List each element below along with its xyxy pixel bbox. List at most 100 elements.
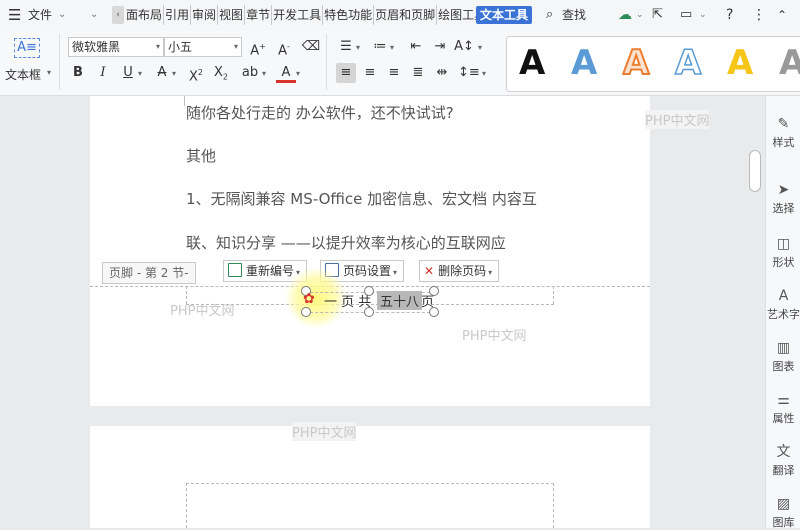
sidebar-item-styles[interactable]: ✎ 样式: [766, 116, 800, 150]
justify-icon[interactable]: ≣: [408, 63, 428, 83]
margin-mark: [175, 96, 185, 106]
page-settings-label: 页码设置: [343, 264, 392, 278]
comment-icon[interactable]: ▭: [680, 6, 692, 24]
tab-developer[interactable]: 开发工具: [272, 5, 324, 25]
sidebar-item-wordart[interactable]: A 艺术字: [766, 288, 800, 322]
chevron-down-icon[interactable]: ▾: [356, 43, 360, 52]
doc-line-3[interactable]: 1、无隔阂兼容 MS-Office 加密信息、宏文档 内容互: [186, 188, 537, 209]
sidebar-item-select[interactable]: ➤ 选择: [766, 182, 800, 216]
cloud-sync-icon[interactable]: ☁: [618, 6, 632, 24]
textbox-button-label[interactable]: 文本框: [5, 66, 41, 83]
font-size-select[interactable]: 小五 ▾: [164, 37, 242, 57]
doc-line-1[interactable]: 随你各处行走的 办公软件，还不快试试?: [186, 102, 454, 123]
sidebar-item-translate[interactable]: 文翻译: [766, 444, 800, 478]
tabs-scroll-left-icon[interactable]: ‹: [112, 6, 124, 24]
translate-icon: 文: [776, 444, 791, 460]
more-icon[interactable]: ⋮: [752, 6, 766, 24]
share-icon[interactable]: ⇱: [652, 6, 663, 24]
chevron-down-icon: ▾: [488, 268, 493, 277]
help-icon[interactable]: ?: [726, 6, 733, 24]
chevron-down-icon[interactable]: ▾: [138, 69, 142, 78]
clear-format-icon[interactable]: ⌫: [301, 37, 321, 57]
resize-handle[interactable]: [301, 307, 311, 317]
header-box-left: [186, 483, 187, 528]
text-style-blue[interactable]: A: [571, 43, 597, 83]
separator: [326, 34, 327, 90]
chevron-down-icon[interactable]: ▾: [172, 69, 176, 78]
textbox-icon[interactable]: A≡: [14, 38, 40, 58]
numbered-list-icon[interactable]: ≔: [370, 37, 390, 57]
gear-icon[interactable]: ✿: [303, 291, 315, 307]
text-style-gold[interactable]: A: [727, 43, 753, 83]
chevron-down-icon[interactable]: ⌄: [58, 6, 66, 24]
chevron-down-icon[interactable]: ▾: [47, 68, 51, 77]
watermark: PHP中文网: [645, 110, 710, 129]
footer-box-left: [186, 286, 187, 304]
bold-icon[interactable]: B: [68, 63, 88, 83]
text-style-black[interactable]: A: [519, 43, 545, 83]
font-color-icon[interactable]: A: [276, 63, 296, 83]
chevron-down-icon[interactable]: ▾: [482, 69, 486, 78]
chevron-down-icon[interactable]: ▾: [390, 43, 394, 52]
doc-line-4[interactable]: 联、知识分享 ——以提升效率为核心的互联网应: [186, 232, 506, 253]
distributed-align-icon[interactable]: ⇹: [432, 63, 452, 83]
chevron-down-icon[interactable]: ▾: [296, 69, 300, 78]
text-effect-icon[interactable]: ab: [240, 63, 260, 83]
superscript-icon[interactable]: X2: [186, 63, 206, 84]
sidebar-item-chart[interactable]: ▥ 图表: [766, 340, 800, 374]
align-left-icon[interactable]: ≡: [336, 63, 356, 83]
text-style-blue-outline[interactable]: A: [674, 42, 702, 84]
sort-icon[interactable]: A↕: [454, 37, 474, 57]
chevron-down-icon[interactable]: ▾: [478, 43, 482, 52]
increase-indent-icon[interactable]: ⇥: [430, 37, 450, 57]
tab-drawing-tools[interactable]: 绘图工具: [437, 5, 477, 25]
strikethrough-icon[interactable]: A: [152, 63, 172, 83]
tab-text-tools[interactable]: 文本工具: [476, 6, 533, 24]
hamburger-icon[interactable]: ☰: [8, 6, 21, 24]
decrease-indent-icon[interactable]: ⇤: [406, 37, 426, 57]
chevron-down-icon[interactable]: ⌄: [699, 6, 707, 24]
underline-icon[interactable]: U: [118, 63, 138, 83]
renumber-label: 重新编号: [246, 264, 295, 278]
header-box-right: [553, 483, 554, 528]
font-name-select[interactable]: 微软雅黑 ▾: [68, 37, 164, 57]
align-right-icon[interactable]: ≡: [384, 63, 404, 83]
text-style-orange-outline[interactable]: A: [622, 42, 650, 84]
brush-icon: ✎: [777, 116, 790, 132]
tab-references[interactable]: 引用: [164, 5, 192, 25]
file-menu[interactable]: 文件: [28, 6, 52, 24]
increase-font-icon[interactable]: A+: [248, 37, 268, 58]
delete-page-number-button[interactable]: ✕ 删除页码 ▾: [419, 260, 500, 282]
bullet-list-icon[interactable]: ☰: [336, 37, 356, 57]
document-page-2[interactable]: [90, 426, 650, 528]
sidebar-item-properties[interactable]: ⚌ 属性: [766, 392, 800, 426]
doc-line-2[interactable]: 其他: [186, 145, 216, 166]
subscript-icon[interactable]: X2: [211, 63, 231, 83]
quick-access-dropdown-icon[interactable]: ⌄: [90, 6, 98, 24]
page-number-total[interactable]: 五十八: [377, 291, 423, 310]
collapse-ribbon-icon[interactable]: ⌃: [777, 6, 787, 24]
search-icon[interactable]: ⌕: [546, 6, 553, 24]
text-style-gray[interactable]: A: [779, 43, 800, 83]
tab-features[interactable]: 特色功能: [323, 5, 375, 25]
italic-icon[interactable]: I: [93, 63, 113, 83]
vertical-scrollbar-thumb[interactable]: [749, 150, 761, 192]
sidebar-item-shapes[interactable]: ◫ 形状: [766, 236, 800, 270]
tab-review[interactable]: 审阅: [191, 5, 219, 25]
tab-header-footer[interactable]: 页眉和页脚: [374, 5, 438, 25]
menu-bar: ☰ 文件 ⌄ ⌄ 面布局引用审阅视图章节开发工具特色功能页眉和页脚绘图工具 ‹ …: [0, 0, 800, 30]
search-button[interactable]: 查找: [562, 6, 586, 24]
align-center-icon[interactable]: ≡: [360, 63, 380, 83]
ribbon-toolbar: A≡ 文本框 ▾ 微软雅黑 ▾ 小五 ▾ A+ A- ⌫ B I U ▾ A ▾…: [0, 30, 800, 96]
sidebar-item-label: 图表: [772, 360, 795, 373]
line-spacing-icon[interactable]: ↕≡: [458, 63, 480, 83]
page-number-suffix[interactable]: 页: [421, 291, 434, 310]
decrease-font-icon[interactable]: A-: [274, 37, 294, 58]
tab-view[interactable]: 视图: [218, 5, 246, 25]
chevron-down-icon[interactable]: ⌄: [636, 6, 644, 24]
chevron-down-icon[interactable]: ▾: [262, 69, 266, 78]
page-number-prefix[interactable]: 一 页 共: [324, 291, 371, 310]
tab-sections[interactable]: 章节: [245, 5, 273, 25]
sidebar-item-gallery[interactable]: ▨ 图库: [766, 496, 800, 530]
watermark: PHP中文网: [170, 304, 235, 319]
